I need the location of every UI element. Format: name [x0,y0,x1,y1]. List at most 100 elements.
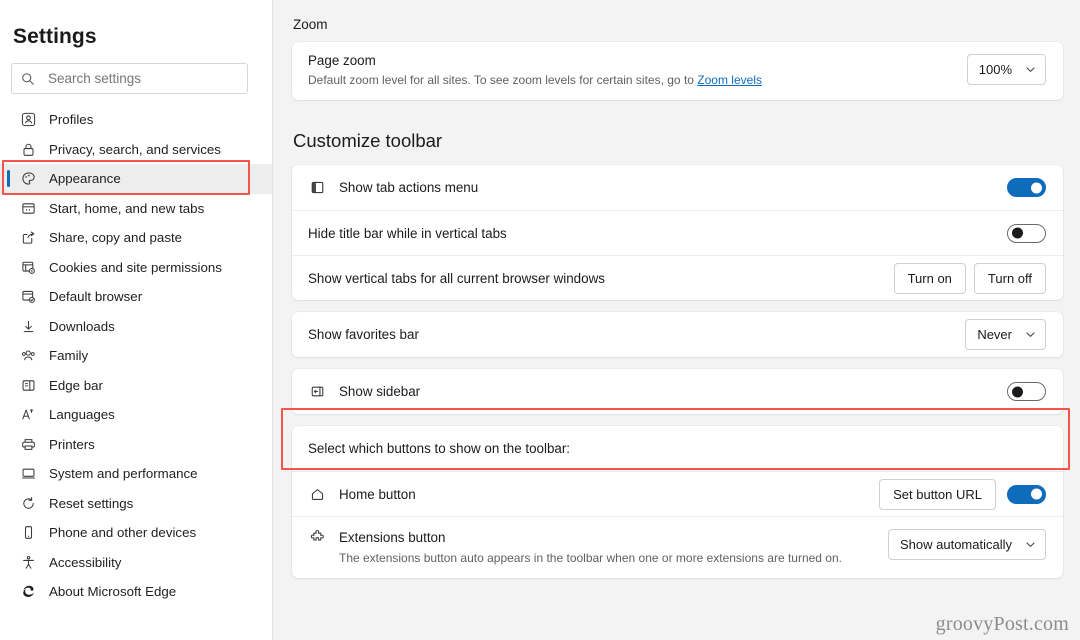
edge-bar-icon [20,377,37,394]
chevron-down-icon [1025,539,1036,550]
watermark: groovyPost.com [936,613,1069,636]
sidebar-item-printers[interactable]: Printers [0,430,272,460]
chevron-down-icon [1025,64,1036,75]
toggle-knob [1031,182,1042,193]
favorites-bar-card: Show favorites bar Never [292,312,1063,357]
home-button-title: Home button [339,487,879,502]
customize-toolbar-heading: Customize toolbar [293,130,1063,152]
vertical-tabs-text: Show vertical tabs for all current brows… [308,271,894,286]
sidebar-item-label: Accessibility [49,555,121,570]
profiles-icon [20,111,37,128]
vertical-tabs-buttons: Turn on Turn off [894,263,1046,294]
page-title: Settings [0,0,272,49]
favorites-bar-row: Show favorites bar Never [292,312,1063,357]
sidebar-item-phone-devices[interactable]: Phone and other devices [0,518,272,548]
toggle-knob [1012,386,1023,397]
sidebar-item-downloads[interactable]: Downloads [0,312,272,342]
sidebar-item-label: Phone and other devices [49,525,196,540]
extensions-button-control: Show automatically [888,529,1046,560]
chevron-down-icon [1025,329,1036,340]
settings-window: Settings Profiles Privacy, search, [0,0,1080,640]
favorites-bar-value: Never [977,327,1012,342]
sidebar-item-about-edge[interactable]: About Microsoft Edge [0,577,272,607]
search-icon [21,72,39,86]
sidebar-item-label: Printers [49,437,95,452]
zoom-levels-link[interactable]: Zoom levels [697,73,762,87]
page-zoom-description-text: Default zoom level for all sites. To see… [308,73,697,87]
sidebar-item-reset-settings[interactable]: Reset settings [0,489,272,519]
toolbar-buttons-header-text: Select which buttons to show on the tool… [308,441,1046,456]
sidebar-item-label: Default browser [49,289,142,304]
toggle-knob [1012,228,1023,239]
toggle-knob [1031,489,1042,500]
default-browser-icon [20,288,37,305]
puzzle-icon [308,528,326,546]
sidebar-item-label: Languages [49,407,115,422]
page-zoom-card: Page zoom Default zoom level for all sit… [292,42,1063,100]
sidebar-item-system-performance[interactable]: System and performance [0,459,272,489]
home-button-row: Home button Set button URL [292,471,1063,516]
favorites-bar-dropdown[interactable]: Never [965,319,1046,350]
toolbar-options-card: Show tab actions menu Hide title bar whi… [292,165,1063,300]
home-button-toggle[interactable] [1007,485,1046,504]
show-sidebar-toggle[interactable] [1007,382,1046,401]
sidebar-item-label: Edge bar [49,378,103,393]
sidebar-item-privacy[interactable]: Privacy, search, and services [0,135,272,165]
page-zoom-dropdown[interactable]: 100% [967,54,1046,85]
vertical-tabs-row: Show vertical tabs for all current brows… [292,255,1063,300]
page-zoom-row: Page zoom Default zoom level for all sit… [292,42,1063,100]
sidebar-item-label: About Microsoft Edge [49,584,176,599]
sidebar-item-share-copy-paste[interactable]: Share, copy and paste [0,223,272,253]
extensions-button-row: Extensions button The extensions button … [292,516,1063,578]
sidebar-item-edge-bar[interactable]: Edge bar [0,371,272,401]
sidebar-item-cookies[interactable]: Cookies and site permissions [0,253,272,283]
languages-icon [20,406,37,423]
sidebar-item-label: Privacy, search, and services [49,142,221,157]
family-icon [20,347,37,364]
printer-icon [20,436,37,453]
accessibility-icon [20,554,37,571]
tab-actions-toggle[interactable] [1007,178,1046,197]
sidebar-item-accessibility[interactable]: Accessibility [0,548,272,578]
palette-icon [20,170,37,187]
show-sidebar-title: Show sidebar [339,384,1007,399]
turn-on-button[interactable]: Turn on [894,263,966,294]
sidebar-item-default-browser[interactable]: Default browser [0,282,272,312]
sidebar-nav: Profiles Privacy, search, and services A… [0,105,272,607]
page-zoom-value: 100% [979,62,1012,77]
extensions-button-title: Extensions button [339,530,445,545]
extensions-button-dropdown[interactable]: Show automatically [888,529,1046,560]
lock-icon [20,141,37,158]
share-icon [20,229,37,246]
turn-off-button[interactable]: Turn off [974,263,1046,294]
sidebar-item-label: Start, home, and new tabs [49,201,204,216]
tab-actions-row: Show tab actions menu [292,165,1063,210]
sidebar-item-languages[interactable]: Languages [0,400,272,430]
show-sidebar-card: Show sidebar [292,369,1063,414]
home-icon [308,485,326,503]
sidebar-item-appearance[interactable]: Appearance [0,164,272,194]
sidebar-item-label: Share, copy and paste [49,230,182,245]
hide-title-bar-title: Hide title bar while in vertical tabs [308,226,1007,241]
sidebar-item-profiles[interactable]: Profiles [0,105,272,135]
favorites-bar-text: Show favorites bar [308,327,965,342]
reset-icon [20,495,37,512]
main-content: Zoom Page zoom Default zoom level for al… [273,0,1080,640]
window-icon [20,200,37,217]
search-box[interactable] [11,63,248,94]
sidebar-item-family[interactable]: Family [0,341,272,371]
sidebar-item-label: System and performance [49,466,198,481]
edge-logo-icon [20,583,37,600]
vertical-tabs-title: Show vertical tabs for all current brows… [308,271,894,286]
search-input[interactable] [48,71,238,86]
page-zoom-control: 100% [967,54,1046,85]
sidebar-item-label: Cookies and site permissions [49,260,222,275]
toolbar-buttons-card: Select which buttons to show on the tool… [292,426,1063,578]
search-container [0,49,272,94]
home-button-controls: Set button URL [879,479,1046,510]
set-button-url-button[interactable]: Set button URL [879,479,996,510]
hide-title-bar-toggle[interactable] [1007,224,1046,243]
hide-title-bar-row: Hide title bar while in vertical tabs [292,210,1063,255]
show-sidebar-row: Show sidebar [292,369,1063,414]
sidebar-item-start-home[interactable]: Start, home, and new tabs [0,194,272,224]
